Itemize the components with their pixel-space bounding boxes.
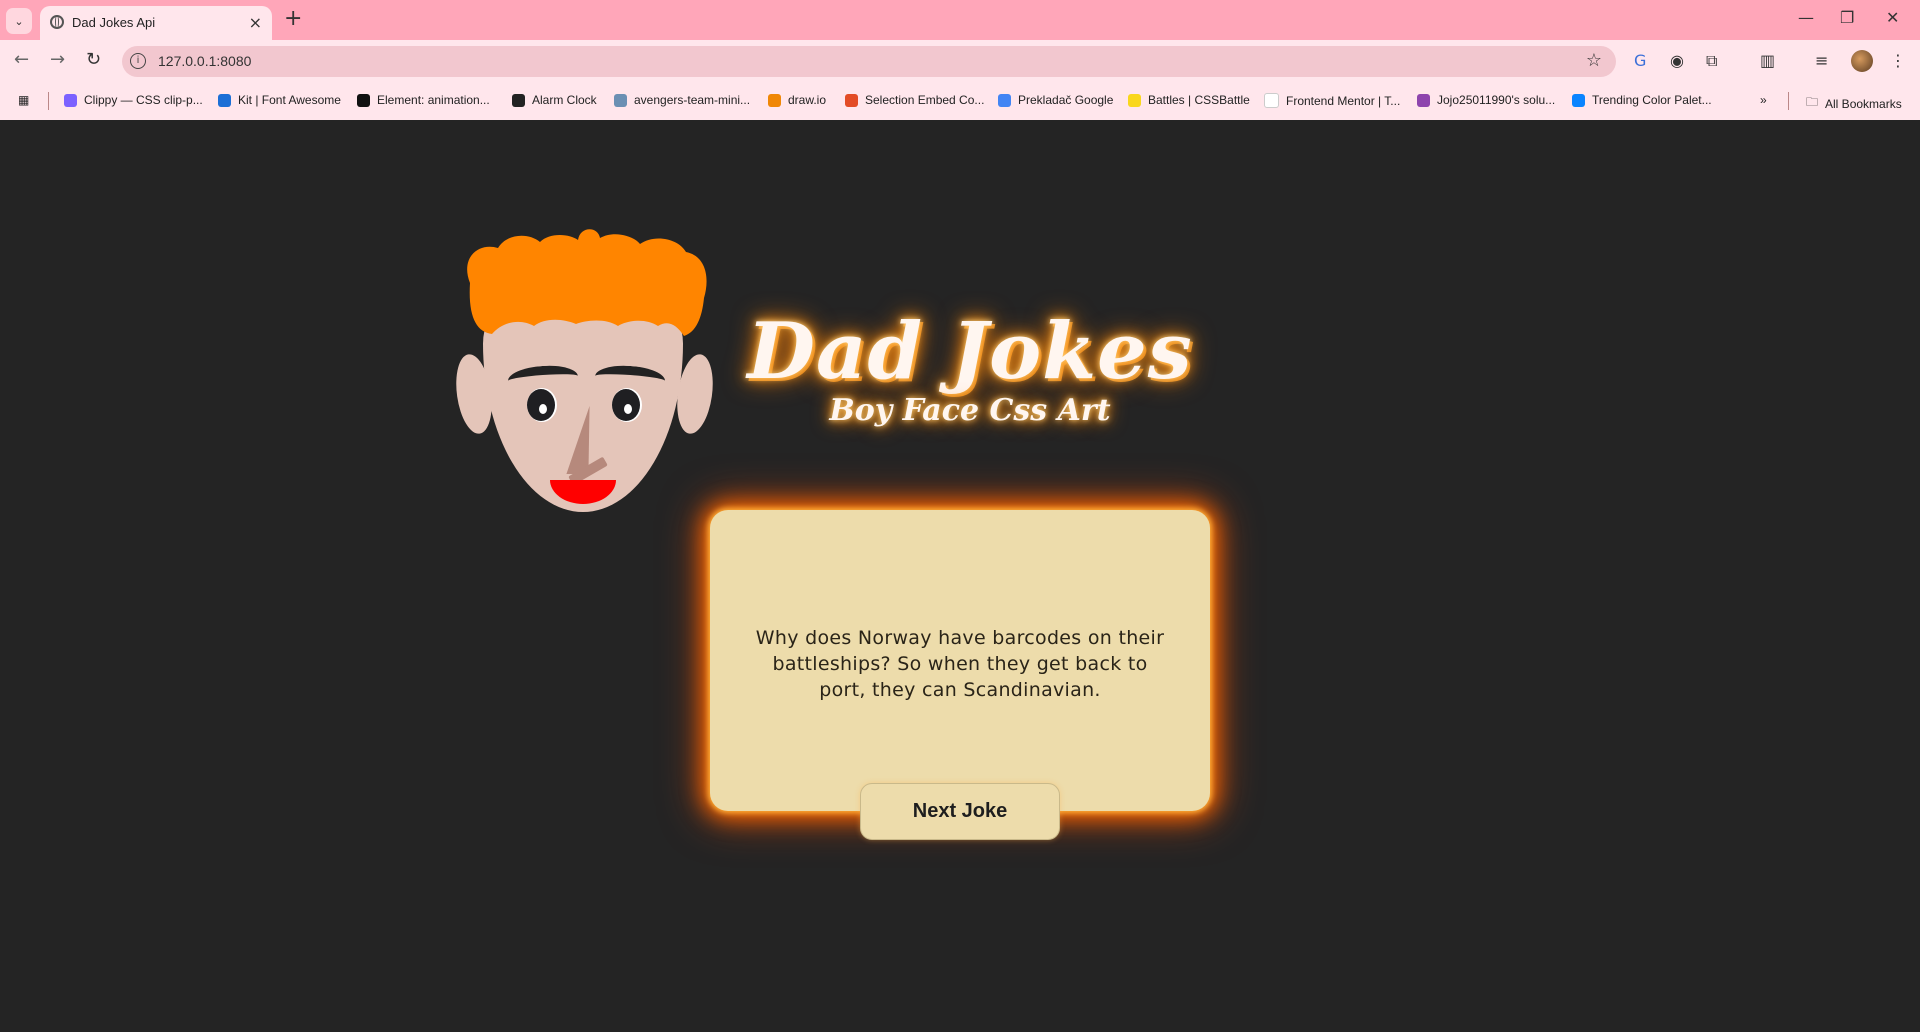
bookmark-item[interactable]: Battles | CSSBattle [1128,93,1250,107]
bookmark-label: Selection Embed Co... [865,93,985,107]
folder-icon: 🗀 [1806,95,1819,109]
extension-icon[interactable]: ◉ [1670,51,1684,70]
bookmark-favicon-icon [512,93,525,107]
globe-icon [50,15,64,29]
bookmark-item[interactable]: Kit | Font Awesome [218,93,341,107]
bookmarks-separator [1788,92,1789,110]
bookmark-label: Prekladač Google [1018,93,1114,107]
bookmark-item[interactable]: draw.io [768,93,826,107]
tab-search-button[interactable]: ⌄ [6,8,32,34]
tab-strip: ⌄ Dad Jokes Api × + — ❐ ✕ [0,0,1920,40]
bookmark-label: Trending Color Palet... [1592,93,1712,107]
all-bookmarks-label: All Bookmarks [1825,96,1902,111]
puzzle-icon[interactable]: ⧉ [1706,51,1717,71]
bookmark-favicon-icon [64,93,77,107]
back-icon[interactable]: ← [14,49,29,70]
bookmark-favicon-icon [768,93,781,107]
bookmark-favicon-icon [1264,93,1279,108]
reading-list-icon[interactable]: ▥ [1760,51,1775,70]
bookmark-label: avengers-team-mini... [634,93,751,107]
bookmark-label: Alarm Clock [532,93,597,107]
bookmark-favicon-icon [218,93,231,107]
title-block: Dad Jokes Boy Face Css Art [740,306,1200,428]
reload-icon[interactable]: ↻ [86,49,101,70]
bookmark-item[interactable]: Trending Color Palet... [1572,93,1712,107]
page-title: Dad Jokes [747,306,1193,397]
hair-shape [467,229,707,336]
close-tab-icon[interactable]: × [249,13,262,32]
bookmark-favicon-icon [1128,93,1141,107]
bookmarks-bar: ▦ Clippy — CSS clip-p... Kit | Font Aweso… [0,82,1920,120]
bookmark-item[interactable]: Prekladač Google [998,93,1113,107]
bookmark-item[interactable]: Clippy — CSS clip-p... [64,93,203,107]
bookmark-label: Clippy — CSS clip-p... [84,93,203,107]
bookmark-label: draw.io [788,93,827,107]
site-info-icon[interactable]: i [130,53,146,69]
profile-avatar[interactable] [1851,50,1873,72]
page-subtitle: Boy Face Css Art [829,393,1111,428]
all-bookmarks-button[interactable]: 🗀 All Bookmarks [1806,93,1902,114]
url-text: 127.0.0.1:8080 [158,53,252,69]
bookmark-item[interactable]: Jojo25011990's solu... [1417,93,1555,107]
right-eye [612,388,642,422]
bookmark-label: Element: animation... [377,93,490,107]
bookmark-label: Battles | CSSBattle [1148,93,1250,107]
bookmark-item[interactable]: avengers-team-mini... [614,93,750,107]
page-content: Dad Jokes Boy Face Css Art Why does Norw… [0,120,1920,1032]
tab-active[interactable]: Dad Jokes Api × [40,6,272,40]
joke-text: Why does Norway have barcodes on their b… [755,627,1165,701]
bookmark-favicon-icon [614,93,627,107]
next-joke-button[interactable]: Next Joke [860,783,1060,840]
left-glint [539,404,547,414]
right-glint [624,404,632,414]
browser-chrome: ⌄ Dad Jokes Api × + — ❐ ✕ ← → ↻ i 127.0.… [0,0,1920,120]
bookmark-label: Kit | Font Awesome [238,93,341,107]
bookmark-item[interactable]: Alarm Clock [512,93,597,107]
apps-grid-icon[interactable]: ▦ [18,93,29,107]
toolbar: ← → ↻ i 127.0.0.1:8080 ☆ G ◉ ⧉ ▥ ≡ ⋮ [0,40,1920,82]
left-eye [527,388,557,422]
bookmark-item[interactable]: Element: animation... [357,93,490,107]
bookmark-favicon-icon [845,93,858,107]
boy-face-art [450,228,720,528]
tab-title: Dad Jokes Api [72,15,156,30]
bookmark-favicon-icon [1417,93,1430,107]
bookmark-star-icon[interactable]: ☆ [1586,50,1602,71]
menu-icon[interactable]: ⋮ [1890,51,1906,70]
close-window-icon[interactable]: ✕ [1886,8,1899,27]
hair [467,229,707,336]
forward-icon[interactable]: → [50,49,65,70]
joke-card: Why does Norway have barcodes on their b… [710,510,1210,811]
bookmark-favicon-icon [998,93,1011,107]
bookmark-favicon-icon [1572,93,1585,107]
bookmark-label: Jojo25011990's solu... [1437,93,1556,107]
restore-icon[interactable]: ❐ [1840,8,1854,27]
bookmark-item[interactable]: Selection Embed Co... [845,93,984,107]
bookmark-item[interactable]: Frontend Mentor | T... [1264,93,1400,108]
minimize-icon[interactable]: — [1798,8,1814,27]
more-bookmarks-icon[interactable]: » [1760,93,1767,107]
new-tab-button[interactable]: + [284,6,302,31]
address-bar[interactable]: i 127.0.0.1:8080 ☆ [122,46,1616,77]
media-control-icon[interactable]: ≡ [1815,51,1828,70]
bookmark-favicon-icon [357,93,370,107]
bookmark-label: Frontend Mentor | T... [1286,93,1401,108]
translate-icon[interactable]: G [1634,51,1646,70]
bookmarks-separator [48,92,49,110]
